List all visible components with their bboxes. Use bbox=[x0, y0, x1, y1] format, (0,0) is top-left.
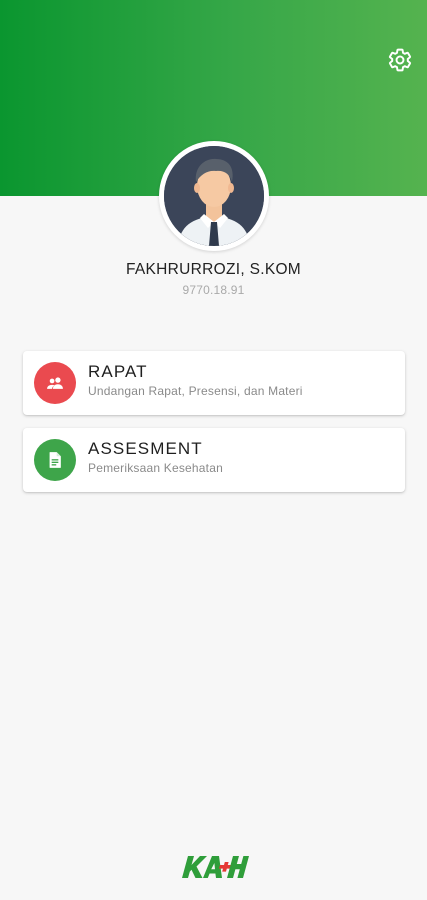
people-icon bbox=[47, 377, 63, 389]
logo-icon bbox=[182, 856, 249, 878]
menu-icon-badge bbox=[34, 439, 76, 481]
menu-item-subtitle: Undangan Rapat, Presensi, dan Materi bbox=[88, 384, 303, 398]
gear-icon bbox=[388, 48, 412, 72]
settings-button[interactable] bbox=[387, 47, 413, 73]
kah-logo bbox=[179, 852, 249, 882]
user-avatar-icon bbox=[164, 146, 264, 246]
menu-item-assesment[interactable]: ASSESMENT Pemeriksaan Kesehatan bbox=[23, 428, 405, 492]
user-name: FAKHRURROZI, S.KOM bbox=[125, 261, 302, 278]
menu-item-title: RAPAT bbox=[88, 362, 148, 381]
avatar bbox=[164, 146, 264, 246]
user-id: 9770.18.91 bbox=[182, 283, 245, 297]
menu-item-rapat[interactable]: RAPAT Undangan Rapat, Presensi, dan Mate… bbox=[23, 351, 405, 415]
avatar-frame bbox=[159, 141, 269, 251]
document-icon bbox=[49, 452, 61, 468]
menu-item-title: ASSESMENT bbox=[88, 439, 203, 458]
menu-item-subtitle: Pemeriksaan Kesehatan bbox=[88, 461, 223, 475]
menu-icon-badge bbox=[34, 362, 76, 404]
